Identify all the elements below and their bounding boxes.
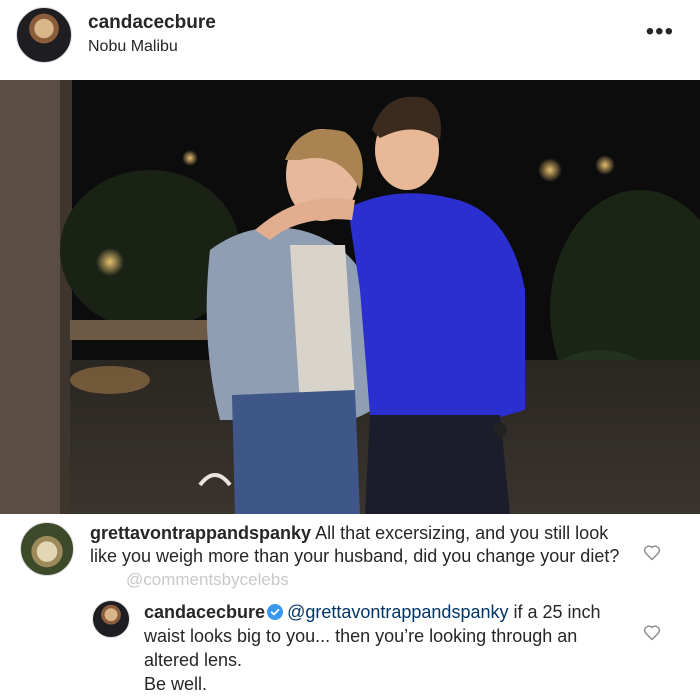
post-header: candacecbure Nobu Malibu ••• xyxy=(0,0,700,80)
comment-username[interactable]: grettavontrappandspanky xyxy=(90,523,311,543)
post-username[interactable]: candacecbure xyxy=(88,12,216,34)
reply-username[interactable]: candacecbure xyxy=(144,602,265,622)
reply-avatar[interactable] xyxy=(92,600,130,638)
post-photo[interactable] xyxy=(0,80,700,514)
reply-closing: Be well. xyxy=(144,674,208,694)
verified-badge-icon xyxy=(267,604,284,620)
commenter-avatar[interactable] xyxy=(20,522,74,576)
more-horizontal-icon[interactable]: ••• xyxy=(646,20,674,44)
comments-section: grettavontrappandspanky All that excersi… xyxy=(0,514,700,700)
photo-illustration xyxy=(0,80,700,514)
comment-2-reply: candacecbure @grettavontrappandspanky if … xyxy=(144,600,614,696)
reply-mention[interactable]: @grettavontrappandspanky xyxy=(287,602,508,622)
post-location[interactable]: Nobu Malibu xyxy=(88,38,178,56)
comment-1: grettavontrappandspanky All that excersi… xyxy=(90,522,620,591)
watermark: @commentsbycelebs xyxy=(126,570,289,589)
heart-outline-icon[interactable] xyxy=(642,542,662,562)
avatar[interactable] xyxy=(16,7,72,63)
heart-outline-icon[interactable] xyxy=(642,622,662,642)
